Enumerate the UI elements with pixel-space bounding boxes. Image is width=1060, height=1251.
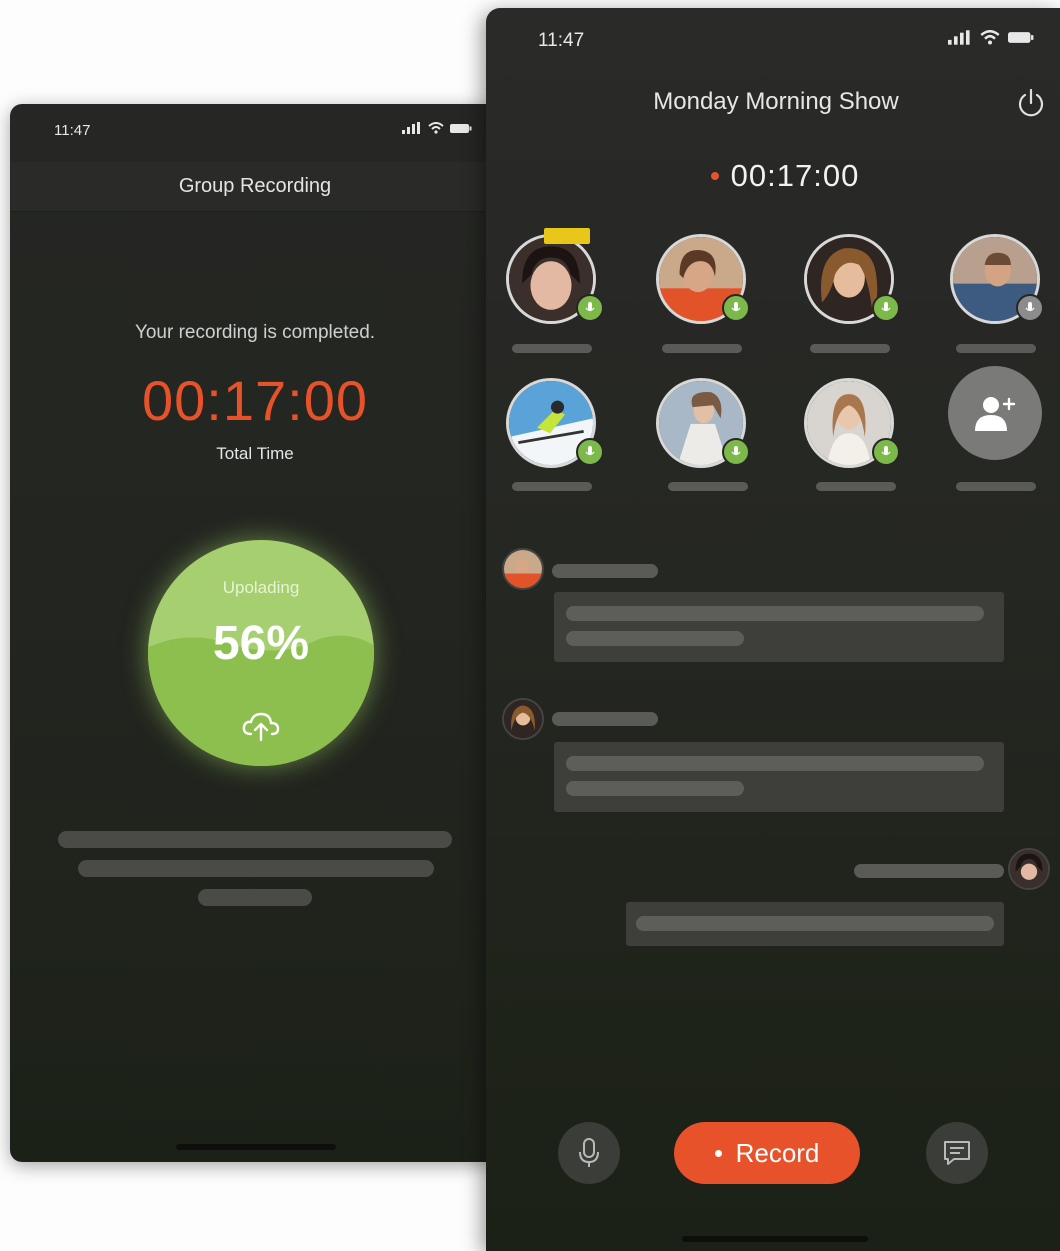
chat-message-bubble [554,592,1004,662]
completion-message: Your recording is completed. [134,322,376,343]
mic-active-badge [576,438,604,466]
participant-name-placeholder [816,482,896,491]
total-time-label: Total Time [216,444,294,463]
message-line-placeholder [566,631,744,646]
mic-active-badge [872,438,900,466]
total-time-value: 00:17:00 [142,369,368,432]
upload-progress-circle: Upolading 56% [148,540,374,766]
microphone-icon [1025,302,1035,312]
participant-name-placeholder [512,482,592,491]
message-line-placeholder [636,916,994,931]
add-user-icon [975,397,1016,431]
chat-sender-placeholder [854,864,1004,878]
mic-muted-badge [1016,294,1044,322]
record-button[interactable]: Record [674,1122,860,1184]
placeholder-text-line [198,889,312,906]
power-icon[interactable] [1014,86,1048,120]
header-bar: Group Recording [10,162,500,212]
mic-active-badge [722,294,750,322]
record-dot [714,1149,722,1157]
chat-message-bubble [554,742,1004,812]
home-indicator [176,1144,336,1150]
message-line-placeholder [566,781,744,796]
mic-active-badge [576,294,604,322]
status-bar: 11:47 [10,104,500,162]
page-title: Group Recording [178,175,332,197]
signal-icon [402,122,420,134]
message-line-placeholder [566,756,984,771]
participant-name-placeholder [512,344,592,353]
status-time: 11:47 [538,30,585,51]
chat-avatar [502,548,544,590]
show-title: Monday Morning Show [653,88,899,115]
microphone-icon [881,302,891,312]
cloud-upload-icon [242,712,280,742]
live-timer: 00:17:00 [486,158,1060,194]
live-show-screen: 11:47 Monday Morning Show 00:17:00 Recor… [486,8,1060,1251]
placeholder-text-line [58,831,452,848]
chat-avatar [502,698,544,740]
chat-message-bubble [626,902,1004,946]
participant-name-placeholder [956,344,1036,353]
microphone-icon [579,1138,599,1167]
recording-dot [710,172,719,180]
home-indicator [682,1236,868,1242]
signal-icon [948,30,970,45]
participant-name-placeholder [810,344,890,353]
group-recording-screen: 11:47 Group Recording Your recording is [10,104,500,1162]
chat-avatar [1008,848,1050,890]
add-participant-button[interactable] [948,366,1042,460]
chat-message-icon [944,1141,970,1165]
microphone-icon [731,302,741,312]
participant-name-placeholder [662,344,742,353]
message-line-placeholder [566,606,984,621]
chat-sender-placeholder [552,712,658,726]
microphone-button[interactable] [558,1122,620,1184]
status-time: 11:47 [54,122,91,139]
microphone-icon [585,446,595,456]
microphone-icon [731,446,741,456]
battery-icon [1008,32,1034,43]
upload-label: Upolading [222,578,300,597]
participant-name-placeholder [956,482,1036,491]
battery-icon [450,123,472,133]
microphone-icon [585,302,595,312]
mic-active-badge [722,438,750,466]
upload-percent: 56% [212,617,310,670]
microphone-icon [881,446,891,456]
chat-sender-placeholder [552,564,658,578]
showcase-stage: 11:47 Group Recording Your recording is [0,0,1060,1251]
placeholder-text-line [78,860,434,877]
mic-active-badge [872,294,900,322]
live-timer-value: 00:17:00 [730,158,860,193]
record-button-label: Record [735,1137,820,1168]
chat-button[interactable] [926,1122,988,1184]
wifi-icon [980,30,1000,45]
participant-name-placeholder [668,482,748,491]
wifi-icon [428,122,444,134]
host-badge [544,228,590,244]
